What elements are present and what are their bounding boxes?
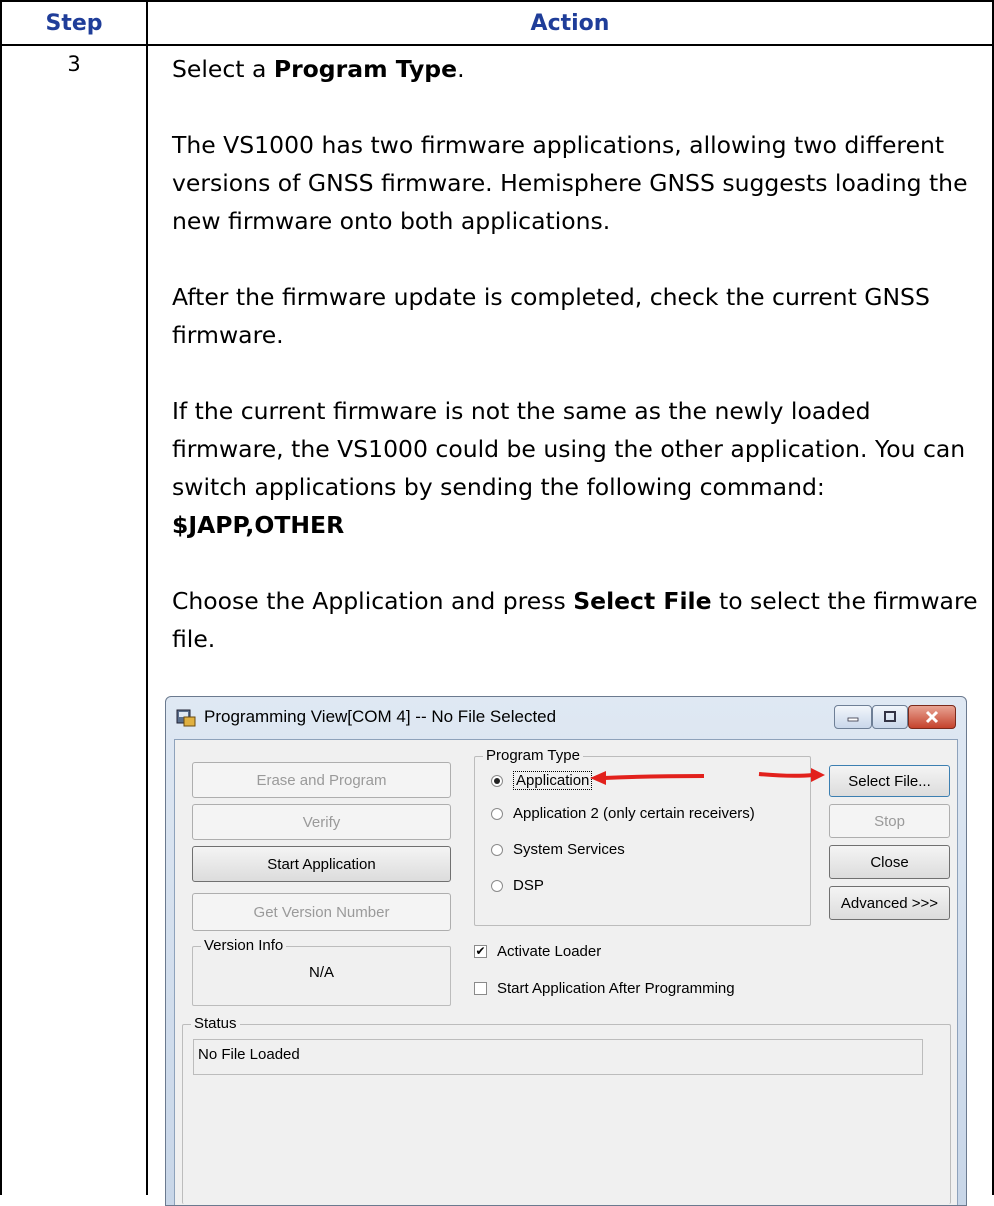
activate-loader-checkbox-row[interactable]: ✔ Activate Loader [474,943,601,960]
program-type-label: Program Type [483,747,583,764]
start-application-button[interactable]: Start Application [192,846,451,882]
status-label: Status [191,1015,240,1032]
paragraph-check-firmware: After the firmware update is completed, … [172,283,930,349]
header-action: Action [148,0,992,46]
radio-button[interactable] [491,807,503,820]
maximize-icon [884,711,896,722]
table-column-divider [146,0,148,1195]
arrow-to-application-icon [590,771,705,785]
radio-application-label: Application [513,771,593,790]
radio-application[interactable]: Application [491,771,593,790]
radio-application-2[interactable]: Application 2 (only certain receivers) [491,805,755,822]
app-icon [176,709,196,727]
radio-system-services-label: System Services [513,841,625,858]
arrow-to-select-file-icon [758,768,825,782]
radio-button[interactable] [491,843,503,856]
instruction-line: Select a Program Type. [172,50,982,88]
minimize-icon [847,717,859,722]
header-step-label: Step [45,10,103,36]
close-window-button[interactable] [908,705,956,729]
close-icon [925,710,939,724]
select-file-text: Choose the Application and press [172,587,574,615]
status-group: Status No File Loaded [182,1015,951,1204]
radio-dsp-label: DSP [513,877,544,894]
instruction-period: . [457,55,465,83]
version-info-value: N/A [308,964,334,981]
procedure-table: Step Action 3 Select a Program Type. The… [0,0,994,1206]
programming-view-window: Programming View[COM 4] -- No File Selec… [165,696,967,1206]
paragraph-firmware-apps: The VS1000 has two firmware applications… [172,131,968,235]
activate-loader-label: Activate Loader [497,943,602,960]
radio-application-2-label: Application 2 (only certain receivers) [513,805,755,822]
table-left-border [0,0,2,1195]
version-info-group: Version Info N/A [192,937,451,1006]
window-client-area: Erase and Program Verify Start Applicati… [174,739,958,1205]
minimize-button[interactable] [834,705,872,729]
window-title: Programming View[COM 4] -- No File Selec… [204,707,557,726]
status-text-box: No File Loaded [193,1039,923,1075]
paragraph-select-file: Choose the Application and press Select … [172,582,982,658]
close-button[interactable]: Close [829,845,950,879]
window-titlebar: Programming View[COM 4] -- No File Selec… [166,697,966,739]
start-after-programming-checkbox-row[interactable]: Start Application After Programming [474,980,735,997]
header-action-label: Action [530,10,610,36]
program-type-term: Program Type [273,55,458,83]
activate-loader-checkbox[interactable]: ✔ [474,945,487,958]
status-value: No File Loaded [198,1046,300,1063]
header-step: Step [2,0,146,46]
paragraph-switch-apps: If the current firmware is not the same … [172,397,966,501]
radio-button-selected[interactable] [491,774,503,787]
step-number: 3 [67,52,81,76]
version-info-label: Version Info [201,937,287,954]
get-version-number-button[interactable]: Get Version Number [192,893,451,931]
select-file-button[interactable]: Select File... [829,765,950,797]
advanced-button[interactable]: Advanced >>> [829,886,950,920]
stop-button[interactable]: Stop [829,804,950,838]
radio-system-services[interactable]: System Services [491,841,625,858]
start-after-programming-checkbox[interactable] [474,982,487,995]
erase-and-program-button[interactable]: Erase and Program [192,762,451,798]
verify-button[interactable]: Verify [192,804,451,840]
command-text: $JAPP,OTHER [172,511,345,539]
radio-dsp[interactable]: DSP [491,877,544,894]
maximize-button[interactable] [872,705,908,729]
instruction-text: Select a [172,55,274,83]
select-file-term: Select File [573,587,712,615]
radio-button[interactable] [491,879,503,892]
start-after-programming-label: Start Application After Programming [497,980,735,997]
